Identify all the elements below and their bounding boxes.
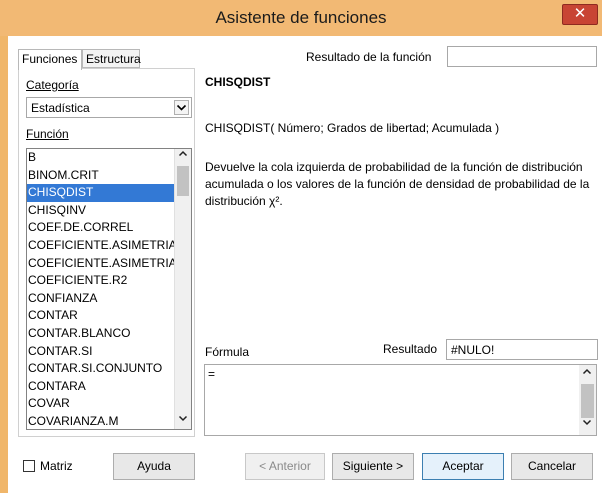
result-field: #NULO! — [446, 339, 598, 360]
chevron-down-icon[interactable] — [174, 100, 189, 115]
scroll-thumb[interactable] — [581, 384, 594, 418]
function-syntax: CHISQDIST( Número; Grados de libertad; A… — [205, 121, 500, 135]
next-button[interactable]: Siguiente > — [332, 453, 414, 480]
cancel-button[interactable]: Cancelar — [511, 453, 593, 480]
list-item[interactable]: COEFICIENTE.ASIMETRIA — [27, 237, 175, 255]
help-button[interactable]: Ayuda — [113, 453, 195, 480]
function-label: Función — [26, 127, 69, 141]
list-item[interactable]: COEFICIENTE.R2 — [27, 272, 175, 290]
function-result-field[interactable] — [447, 46, 597, 67]
function-name: CHISQDIST — [205, 75, 271, 89]
list-item[interactable]: COEF.DE.CORREL — [27, 219, 175, 237]
formula-input[interactable]: = — [204, 364, 597, 436]
function-list-items: B BINOM.CRIT CHISQDIST CHISQINV COEF.DE.CORR… — [27, 149, 175, 429]
arrow-down-icon[interactable] — [175, 413, 191, 429]
function-list-scrollbar[interactable] — [174, 149, 191, 429]
scroll-thumb[interactable] — [177, 166, 189, 196]
list-item[interactable]: CONTARA — [27, 378, 175, 396]
formula-label: Fórmula — [205, 345, 250, 359]
list-item[interactable]: CHISQINV — [27, 202, 175, 220]
arrow-up-icon[interactable] — [175, 149, 191, 165]
result-label: Resultado — [383, 342, 438, 356]
list-item[interactable]: B — [27, 149, 175, 167]
list-item[interactable]: COVARIANZA.M — [27, 413, 175, 429]
function-description: Devuelve la cola izquierda de probabilid… — [205, 160, 590, 208]
back-button[interactable]: < Anterior — [245, 453, 325, 480]
close-button[interactable]: ✕ — [562, 4, 598, 25]
list-item[interactable]: CONTAR — [27, 307, 175, 325]
tab-estructura[interactable]: Estructura — [82, 49, 141, 68]
category-label: Categoría — [26, 78, 79, 92]
function-list[interactable]: B BINOM.CRIT CHISQDIST CHISQINV COEF.DE.CORR… — [26, 148, 192, 430]
arrow-up-icon[interactable] — [579, 367, 595, 383]
window-title: Asistente de funciones — [215, 8, 387, 27]
matrix-checkbox[interactable] — [23, 460, 35, 472]
list-item[interactable]: COVAR — [27, 395, 175, 413]
arrow-down-icon[interactable] — [579, 417, 595, 433]
formula-scrollbar[interactable] — [579, 365, 596, 435]
formula-text[interactable]: = — [208, 367, 215, 381]
list-item[interactable]: CONTAR.SI.CONJUNTO — [27, 360, 175, 378]
list-item[interactable]: CHISQDIST — [27, 184, 175, 202]
list-item[interactable]: CONFIANZA — [27, 290, 175, 308]
category-select[interactable]: Estadística — [26, 97, 192, 118]
function-result-label: Resultado de la función — [306, 50, 432, 64]
tab-funciones[interactable]: Funciones — [18, 49, 82, 70]
list-item[interactable]: CONTAR.SI — [27, 343, 175, 361]
list-item[interactable]: COEFICIENTE.ASIMETRIA.P — [27, 255, 175, 273]
ok-button[interactable]: Aceptar — [422, 453, 504, 480]
category-value: Estadística — [31, 101, 90, 115]
list-item[interactable]: CONTAR.BLANCO — [27, 325, 175, 343]
matrix-label: Matriz — [40, 459, 73, 473]
list-item[interactable]: BINOM.CRIT — [27, 167, 175, 185]
title-bar[interactable]: Asistente de funciones ✕ — [0, 0, 602, 36]
